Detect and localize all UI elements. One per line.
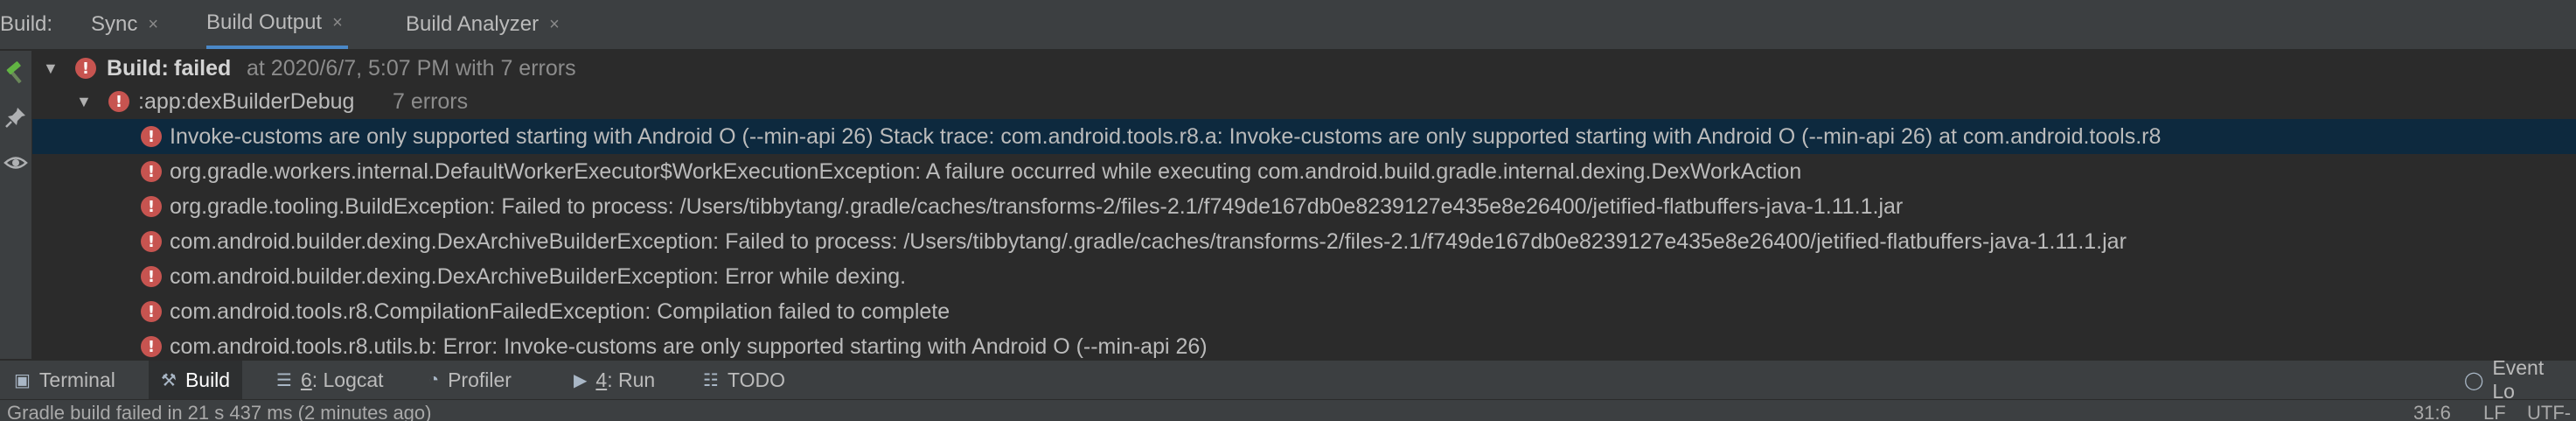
error-message: Invoke-customs are only supported starti… (170, 123, 2162, 149)
caret-position[interactable]: 31:6 (2413, 402, 2451, 421)
tab-build-analyzer[interactable]: Build Analyzer × (406, 0, 560, 49)
terminal-button[interactable]: ▣ Terminal (7, 361, 122, 399)
profiler-label: Profiler (448, 368, 512, 391)
error-icon: ! (141, 231, 162, 252)
error-message: com.android.builder.dexing.DexArchiveBui… (170, 263, 907, 289)
logcat-label: : Logcat (311, 368, 384, 391)
run-icon: ▶ (574, 370, 588, 390)
close-icon[interactable]: × (332, 13, 343, 33)
task-detail: 7 errors (393, 88, 469, 114)
tab-sync-label: Sync (91, 12, 138, 36)
build-button[interactable]: ⚒ Build (149, 361, 243, 399)
list-icon: ☷ (703, 370, 719, 390)
eye-icon[interactable] (3, 151, 28, 175)
logcat-shortcut: 6 (300, 368, 312, 391)
status-bar: Gradle build failed in 21 s 437 ms (2 mi… (0, 399, 2576, 421)
error-icon: ! (141, 301, 162, 322)
terminal-label: Terminal (38, 368, 115, 391)
error-row[interactable]: ! com.android.builder.dexing.DexArchiveB… (32, 259, 2576, 294)
error-message: com.android.builder.dexing.DexArchiveBui… (170, 228, 2127, 254)
todo-label: TODO (727, 368, 785, 391)
error-message: org.gradle.tooling.BuildException: Faile… (170, 193, 1904, 219)
event-log-label: Event Lo (2492, 356, 2545, 403)
build-label: Build (184, 368, 231, 391)
error-message: com.android.tools.r8.CompilationFailedEx… (170, 298, 950, 324)
event-log-icon: ◯ (2464, 370, 2484, 390)
run-shortcut: 4 (595, 368, 608, 391)
expand-arrow-icon[interactable]: ▼ (76, 93, 92, 111)
error-row[interactable]: ! com.android.tools.r8.CompilationFailed… (32, 294, 2576, 329)
expand-arrow-icon[interactable]: ▼ (43, 60, 59, 78)
error-icon: ! (141, 266, 162, 287)
line-separator[interactable]: LF (2483, 402, 2506, 421)
pin-icon[interactable] (3, 105, 28, 130)
logcat-button[interactable]: ☰ 6: Logcat (269, 361, 391, 399)
build-status: failed (174, 55, 232, 81)
build-tabbar: Build: Sync × Build Output × Build Analy… (0, 0, 2576, 51)
error-icon: ! (141, 161, 162, 182)
error-row[interactable]: ! com.android.builder.dexing.DexArchiveB… (32, 224, 2576, 259)
hammer-icon: ⚒ (161, 370, 177, 390)
error-message: com.android.tools.r8.utils.b: Error: Inv… (170, 333, 1208, 359)
tab-sync[interactable]: Sync × (91, 0, 158, 49)
terminal-icon: ▣ (14, 370, 31, 390)
error-row[interactable]: ! org.gradle.workers.internal.DefaultWor… (32, 154, 2576, 189)
profiler-button[interactable]: ◔ Profiler (421, 361, 519, 399)
todo-button[interactable]: ☷ TODO (696, 361, 792, 399)
build-output-tree: ▼ ! Build: failed at 2020/6/7, 5:07 PM w… (32, 51, 2576, 359)
tree-root-build[interactable]: ▼ ! Build: failed at 2020/6/7, 5:07 PM w… (32, 51, 2576, 86)
tree-task[interactable]: ▼ ! :app:dexBuilderDebug 7 errors (32, 84, 2576, 119)
error-row[interactable]: ! org.gradle.tooling.BuildException: Fai… (32, 189, 2576, 224)
error-icon: ! (141, 336, 162, 357)
close-icon[interactable]: × (148, 15, 158, 35)
profiler-icon: ◔ (428, 369, 440, 389)
tool-window-bar: ▣ Terminal ⚒ Build ☰ 6: Logcat ◔ Profile… (0, 356, 2576, 403)
file-encoding[interactable]: UTF- (2527, 402, 2571, 421)
tab-build-output-label: Build Output (206, 11, 323, 34)
error-message: org.gradle.workers.internal.DefaultWorke… (170, 158, 1802, 184)
status-message: Gradle build failed in 21 s 437 ms (2 mi… (7, 402, 432, 421)
tab-build-output[interactable]: Build Output × (206, 0, 348, 49)
build-side-toolbar (0, 51, 32, 359)
task-label: :app:dexBuilderDebug (138, 88, 355, 114)
build-detail: at 2020/6/7, 5:07 PM with 7 errors (247, 55, 576, 81)
error-row[interactable]: ! Invoke-customs are only supported star… (32, 119, 2576, 154)
tab-build-analyzer-label: Build Analyzer (406, 12, 540, 36)
logcat-icon: ☰ (276, 370, 292, 390)
event-log-button[interactable]: ◯ Event Lo (2457, 356, 2576, 403)
run-label: : Run (607, 368, 656, 391)
close-icon[interactable]: × (549, 15, 560, 35)
run-button[interactable]: ▶ 4: Run (567, 361, 662, 399)
build-label: Build: (0, 12, 53, 36)
build-root-label: Build: (107, 55, 169, 81)
error-icon: ! (141, 196, 162, 217)
error-icon: ! (108, 91, 129, 112)
error-icon: ! (75, 58, 96, 79)
error-icon: ! (141, 126, 162, 147)
hammer-icon[interactable] (3, 61, 28, 86)
